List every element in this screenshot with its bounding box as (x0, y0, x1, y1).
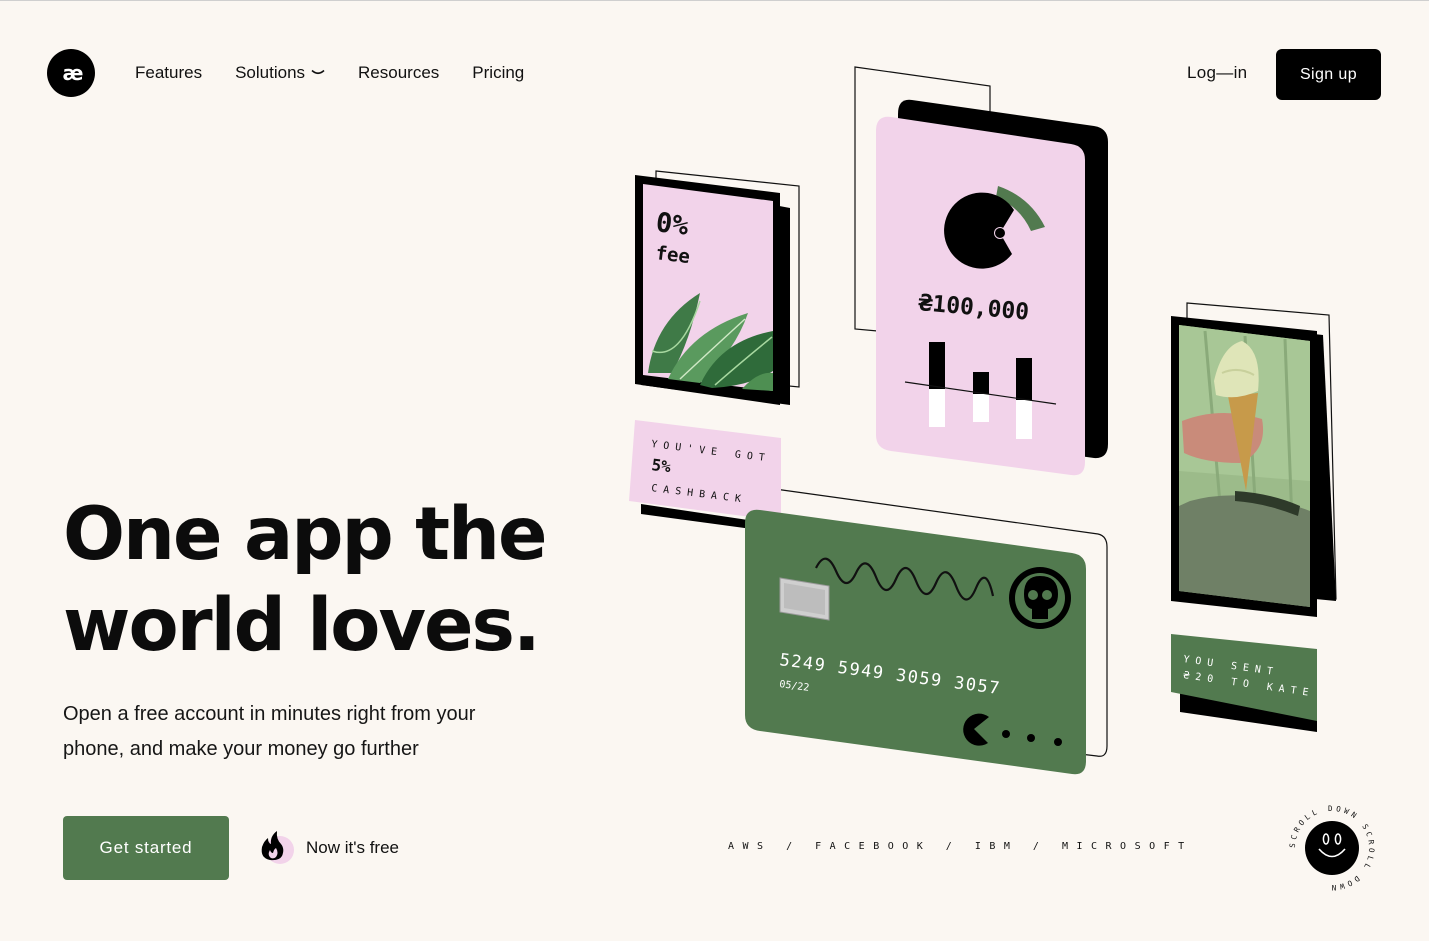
card-expiry: 05/22 (779, 679, 810, 694)
login-link[interactable]: Log—in (1187, 63, 1247, 83)
nav-item-label: Resources (358, 63, 440, 82)
chip-icon (779, 577, 830, 621)
outline-frame (1186, 302, 1337, 600)
card-number: 5249 5949 3059 3057 (778, 650, 1002, 699)
outline-frame (774, 488, 1108, 757)
hero-subtitle: Open a free account in minutes right fro… (63, 703, 476, 760)
signup-button[interactable]: Sign up (1276, 49, 1381, 100)
fee-label: fee (654, 242, 691, 268)
sent-line1: YOU SENT (1183, 654, 1280, 678)
nav-item-resources[interactable]: Resources (358, 63, 439, 83)
hero-headline: One app the world loves. (63, 489, 583, 671)
balance-amount: ₴100,000 (917, 290, 1030, 326)
credit-card: 5249 5949 3059 3057 05/22 (745, 509, 1086, 775)
nav-item-label: Pricing (472, 63, 525, 82)
cashback-card: YOU'VE GOT 5% CASHBACK (629, 420, 781, 533)
plant-leaves (648, 293, 773, 391)
cashback-line3: CASHBACK (651, 483, 748, 506)
cashback-line2: 5% (651, 455, 673, 476)
cashback-line1: YOU'VE GOT (651, 439, 772, 465)
hero-illustration: 0% fee YOU'VE GOT 5% CASHBACK ₴100,000 Y… (629, 66, 1337, 775)
headline-line-1: One app the (63, 492, 548, 577)
partners-list: AWS / FACEBOOK / IBM / MICROSOFT (728, 841, 1193, 852)
nav-item-label: Features (135, 63, 203, 82)
outline-frame (854, 66, 991, 342)
logo-text: æ (62, 61, 84, 85)
sent-card: YOU SENT ₴20 TO KATE (1171, 634, 1317, 732)
balance-card: ₴100,000 (876, 99, 1108, 476)
icecream-card (1171, 316, 1336, 617)
outline-frame (655, 170, 800, 388)
get-started-button[interactable]: Get started (63, 816, 229, 880)
nav-item-solutions[interactable]: Solutions (235, 63, 325, 83)
headline-line-2: world loves. (63, 583, 541, 668)
nav-item-features[interactable]: Features (135, 63, 202, 83)
free-badge: Now it's free (258, 830, 399, 866)
pacman-icon (944, 192, 1014, 269)
chevron-down-icon (311, 69, 325, 75)
flame-icon (261, 831, 294, 864)
smiley-icon (1305, 821, 1359, 875)
pacman-icon (963, 713, 989, 746)
logo-icon[interactable]: æ (47, 49, 95, 97)
main-nav: Features Solutions Resources Pricing (135, 63, 524, 83)
free-label: Now it's free (306, 838, 399, 857)
nav-item-pricing[interactable]: Pricing (472, 63, 524, 83)
scroll-down-badge[interactable]: SCROLL DOWN SCROLL DOWN (1288, 804, 1376, 892)
skull-icon (1009, 567, 1071, 629)
sent-line2: ₴20 TO KATE (1183, 670, 1315, 699)
fee-card: 0% fee (635, 175, 790, 405)
fee-percent: 0% (654, 207, 691, 242)
nav-item-label: Solutions (235, 63, 306, 82)
